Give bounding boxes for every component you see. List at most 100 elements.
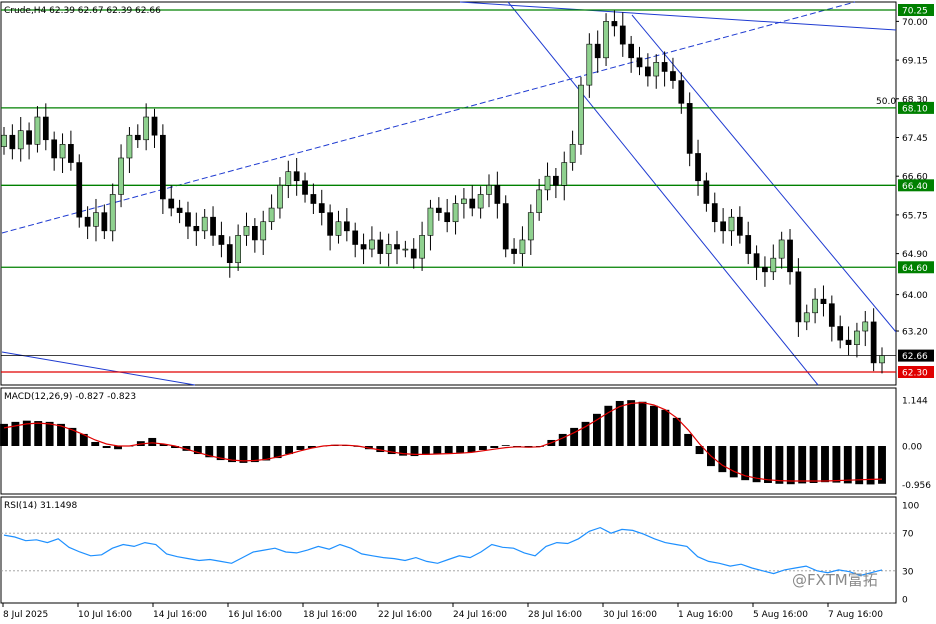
candle-body <box>854 330 860 345</box>
candle-body <box>578 84 584 145</box>
price-axis-label: 69.15 <box>902 57 928 67</box>
candle-body <box>670 71 676 81</box>
candle-body <box>862 321 869 332</box>
candle-body <box>870 321 877 364</box>
candle-body <box>695 153 701 182</box>
candle-body <box>678 80 685 104</box>
trading-chart: 70.25 68.10 66.40 64.60 62.30 62.66 70.00 69.15… <box>0 0 936 624</box>
candle-body <box>251 225 258 241</box>
macd-bar <box>91 441 100 446</box>
chart-canvas: 70.25 68.10 66.40 64.60 62.30 62.66 70.00 69.15… <box>0 0 936 624</box>
candle-body <box>402 248 409 251</box>
candle-body <box>235 235 242 264</box>
candle-body <box>84 216 91 227</box>
candle-body <box>502 203 509 250</box>
candle-body <box>185 212 191 227</box>
time-axis-label: 10 Jul 16:00 <box>78 610 132 620</box>
candle-body <box>419 235 425 259</box>
macd-title: MACD(12,26,9) -0.827 -0.823 <box>4 392 136 402</box>
candle-body <box>226 244 233 264</box>
candle-body <box>151 116 158 136</box>
candle-body <box>728 216 735 232</box>
candle-body <box>343 221 350 232</box>
time-axis-label: 8 Jul 2025 <box>3 610 48 620</box>
price-axis-label: 63.20 <box>902 328 928 338</box>
candle-body <box>277 185 283 209</box>
candle-body <box>17 130 24 150</box>
candle-body <box>586 43 593 86</box>
candle-body <box>762 266 768 273</box>
candle-body <box>318 203 325 213</box>
macd-bar <box>672 417 681 446</box>
candle-body <box>76 162 83 218</box>
candle-body <box>686 103 693 154</box>
candle-body <box>837 326 844 341</box>
candle-body <box>1 134 7 147</box>
candle-body <box>879 355 885 364</box>
candle-body <box>168 198 175 209</box>
candle-body <box>34 116 41 145</box>
candle-body <box>745 235 752 254</box>
level-tag-text-68.10: 68.10 <box>902 104 928 114</box>
price-axis-label: 65.75 <box>902 211 928 221</box>
macd-bar <box>467 446 476 453</box>
candle-body <box>795 271 802 323</box>
candle-body <box>828 303 835 327</box>
candle-body <box>143 116 150 141</box>
candle-body <box>611 21 618 27</box>
candle-body <box>787 239 793 273</box>
macd-axis-label: 1.144 <box>902 397 928 407</box>
candle-body <box>435 207 442 213</box>
candle-body <box>260 221 267 241</box>
rsi-axis-label: 30 <box>902 567 914 577</box>
macd-bar <box>456 446 465 453</box>
macd-bar <box>821 446 829 483</box>
macd-axis-label: 0.00 <box>902 443 922 453</box>
candle-body <box>444 212 451 223</box>
rsi-title: RSI(14) 31.1498 <box>4 501 77 511</box>
macd-bar <box>501 445 510 446</box>
candle-body <box>619 25 626 45</box>
candle-body <box>561 162 568 186</box>
candle-body <box>210 216 216 236</box>
candle-body <box>268 207 275 223</box>
time-axis-label: 7 Aug 16:00 <box>828 610 883 620</box>
symbol-header: Crude,H4 62.39 62.67 62.39 62.66 <box>4 6 161 16</box>
candle-body <box>736 216 743 236</box>
candle-body <box>310 194 317 204</box>
candle-body <box>803 312 810 323</box>
candle-body <box>352 230 359 245</box>
watermark: @FXTM富拓 <box>792 571 878 589</box>
time-axis-label: 1 Aug 16:00 <box>678 610 733 620</box>
time-axis-label: 16 Jul 16:00 <box>228 610 282 620</box>
macd-bar <box>490 446 499 449</box>
candle-body <box>385 244 392 254</box>
price-axis-label: 66.60 <box>902 173 928 183</box>
rsi-axis-label: 0 <box>902 596 908 606</box>
candle-body <box>511 248 517 254</box>
candle-body <box>527 212 534 241</box>
candle-body <box>9 134 16 150</box>
macd-bar <box>478 446 487 451</box>
macd-bar <box>433 446 442 455</box>
candle-body <box>410 248 417 259</box>
candle-body <box>109 194 116 232</box>
price-axis-label: 68.30 <box>902 95 928 105</box>
candle-body <box>720 221 726 232</box>
candle-body <box>51 139 58 159</box>
macd-bar <box>45 421 54 446</box>
candle-body <box>134 134 141 141</box>
macd-bar <box>832 446 841 483</box>
time-axis-label: 28 Jul 16:00 <box>528 610 582 620</box>
candle-body <box>452 203 459 223</box>
macd-bar <box>718 446 727 473</box>
price-axis-label: 64.00 <box>902 291 928 301</box>
time-axis-label: 30 Jul 16:00 <box>603 610 657 620</box>
macd-bar <box>809 446 818 483</box>
candle-body <box>118 157 124 195</box>
candle-body <box>519 239 526 254</box>
candle-body <box>243 225 250 236</box>
macd-bar <box>775 446 784 484</box>
candle-body <box>285 171 292 186</box>
candle-body <box>553 175 559 186</box>
